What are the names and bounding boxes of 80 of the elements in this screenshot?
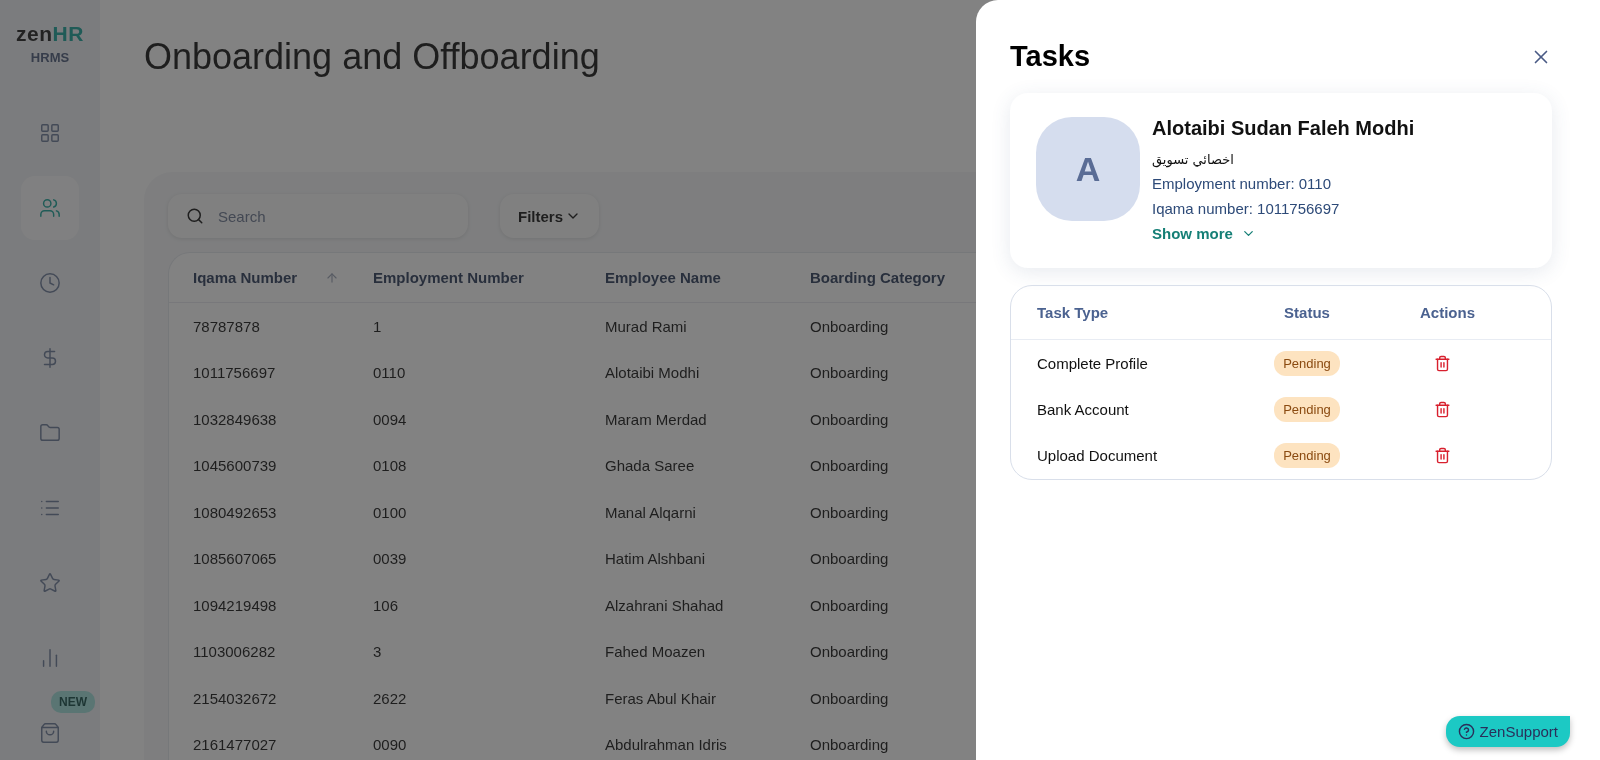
shopping-bag-icon bbox=[39, 722, 61, 744]
employee-name: Alotaibi Sudan Faleh Modhi bbox=[1152, 117, 1415, 140]
table-cell-text: Abdulrahman Idris bbox=[605, 736, 728, 754]
table-cell-text: Hatim Alshbani bbox=[605, 550, 707, 568]
table-cell-text: Ghada Saree bbox=[605, 457, 696, 475]
column-header[interactable]: Iqama Number bbox=[193, 269, 298, 286]
column-header[interactable]: Employment Number bbox=[373, 269, 605, 286]
table-cell-text: 106 bbox=[373, 596, 400, 614]
task-type: Complete Profile bbox=[1037, 354, 1149, 372]
status-badge: Pending bbox=[1274, 350, 1340, 376]
table-cell-text: 1 bbox=[373, 317, 383, 335]
column-header: Status bbox=[1284, 304, 1330, 321]
avatar: A bbox=[1036, 117, 1140, 221]
table-cell-text: Maram Merdad bbox=[605, 410, 708, 428]
table-cell-text: Alotaibi Modhi bbox=[605, 364, 701, 382]
sidebar-item[interactable] bbox=[21, 176, 79, 240]
table-cell-text: Onboarding bbox=[810, 689, 890, 707]
table-cell-text: Onboarding bbox=[810, 410, 890, 428]
table-cell-text: Onboarding bbox=[810, 503, 890, 521]
delete-button[interactable] bbox=[1434, 400, 1451, 418]
search-icon bbox=[186, 207, 204, 225]
table-cell-text: Onboarding bbox=[810, 550, 890, 568]
trash-icon bbox=[1434, 354, 1451, 372]
table-cell-text: 0100 bbox=[373, 503, 408, 521]
table-cell-text: 0039 bbox=[373, 550, 408, 568]
table-cell-text: Onboarding bbox=[810, 596, 890, 614]
page-title: Onboarding and Offboarding bbox=[144, 36, 600, 78]
search-field[interactable]: Search bbox=[216, 206, 450, 226]
star-icon bbox=[39, 572, 61, 594]
table-cell-text: Feras Abul Khair bbox=[605, 689, 717, 707]
new-badge: NEW bbox=[51, 691, 95, 713]
task-type: Bank Account bbox=[1037, 400, 1130, 418]
employment-number: Employment number: 0110 bbox=[1152, 175, 1331, 192]
table-cell-text: 2622 bbox=[373, 689, 408, 707]
table-cell-text: 1080492653 bbox=[193, 503, 278, 521]
task-type: Upload Document bbox=[1037, 447, 1159, 465]
logo: zenHR bbox=[16, 22, 84, 46]
table-cell-text: 0108 bbox=[373, 457, 408, 475]
table-cell-text: 78787878 bbox=[193, 317, 261, 335]
trash-icon bbox=[1434, 400, 1451, 418]
table-cell-text: 0110 bbox=[373, 364, 407, 382]
table-cell-text: 1045600739 bbox=[193, 457, 278, 475]
table-cell-text: 2154032672 bbox=[193, 689, 278, 707]
job-title: اخصائي تسويق bbox=[1152, 152, 1234, 167]
support-button[interactable]: ZenSupport bbox=[1445, 716, 1570, 747]
iqama-number: Iqama number: 1011756697 bbox=[1152, 200, 1340, 217]
table-cell-text: Alzahrani Shahad bbox=[605, 596, 725, 614]
clock-icon bbox=[39, 272, 61, 294]
column-header: Task Type bbox=[1037, 304, 1109, 321]
table-cell-text: Fahed Moazen bbox=[605, 643, 707, 661]
table-cell-text: 3 bbox=[373, 643, 383, 661]
table-cell-text: Murad Rami bbox=[605, 317, 688, 335]
grid-icon bbox=[39, 122, 61, 144]
folder-icon bbox=[39, 422, 61, 444]
table-cell-text: 1011756697 bbox=[193, 364, 277, 382]
column-header: Actions bbox=[1420, 304, 1475, 321]
trash-icon bbox=[1434, 447, 1451, 465]
show-more-link[interactable]: Show more bbox=[1152, 225, 1256, 242]
table-cell-text: 1085607065 bbox=[193, 550, 278, 568]
users-icon bbox=[39, 197, 61, 219]
table-cell-text: Manal Alqarni bbox=[605, 503, 697, 521]
delete-button[interactable] bbox=[1434, 354, 1451, 372]
table-cell-text: 1032849638 bbox=[193, 410, 278, 428]
table-cell-text: 1094219498 bbox=[193, 596, 278, 614]
product-name: HRMS bbox=[30, 50, 70, 65]
table-cell-text: 0090 bbox=[373, 736, 408, 754]
help-icon bbox=[1457, 723, 1475, 740]
delete-button[interactable] bbox=[1434, 447, 1451, 465]
table-cell-text: 1103006282 bbox=[193, 643, 277, 661]
filters-button[interactable]: Filters bbox=[500, 194, 599, 238]
table-cell-text: Onboarding bbox=[810, 317, 890, 335]
table-cell-text: Onboarding bbox=[810, 457, 890, 475]
drawer-title: Tasks bbox=[1010, 40, 1091, 73]
table-cell-text: Onboarding bbox=[810, 736, 890, 754]
table-cell-text: 0094 bbox=[373, 410, 408, 428]
table-cell-text: Onboarding bbox=[810, 643, 890, 661]
table-cell-text: 2161477027 bbox=[193, 736, 278, 754]
status-badge: Pending bbox=[1274, 396, 1340, 422]
column-header[interactable]: Employee Name bbox=[605, 269, 810, 286]
status-badge: Pending bbox=[1274, 443, 1340, 469]
